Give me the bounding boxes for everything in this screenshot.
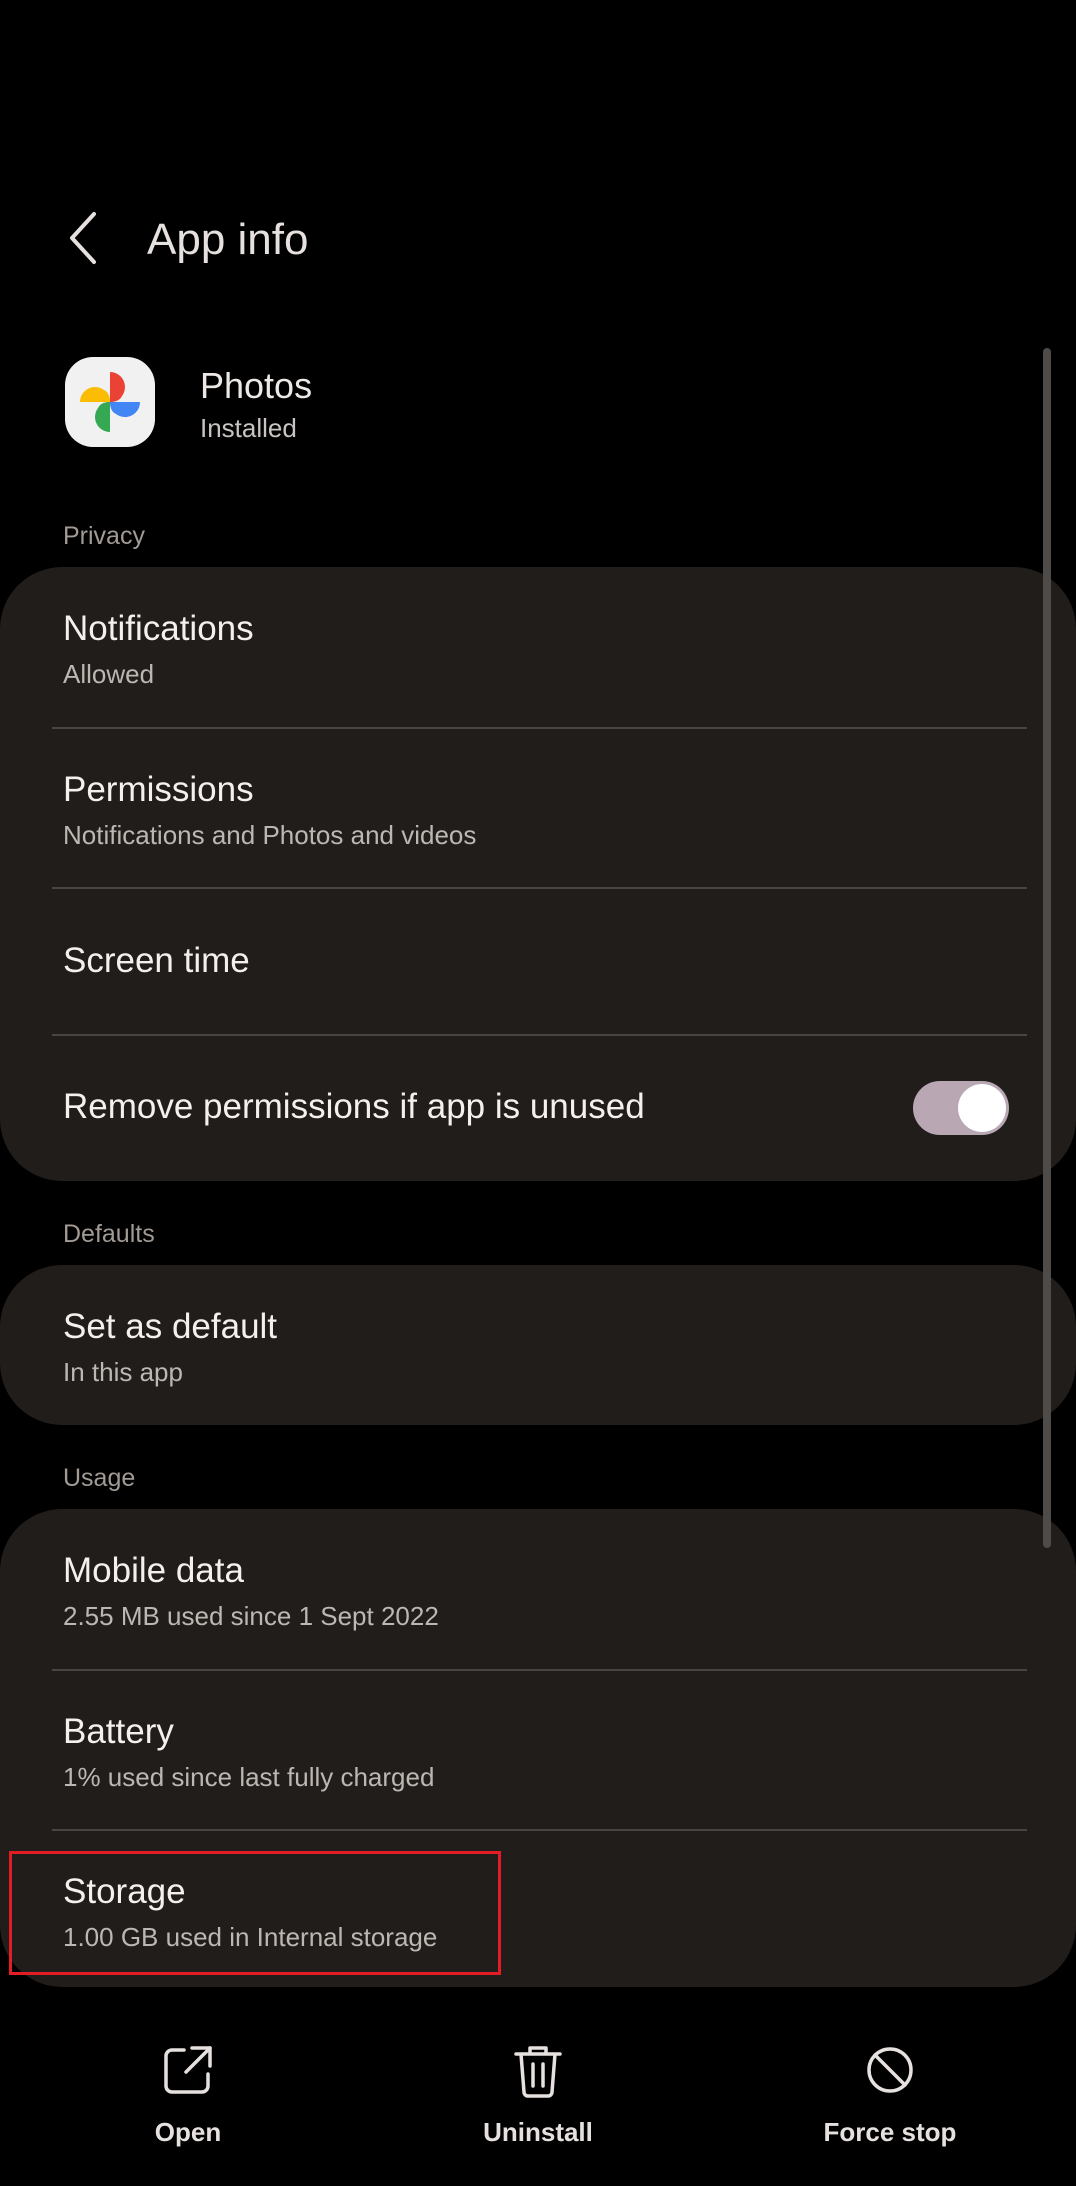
page-title: App info bbox=[147, 215, 309, 264]
trash-icon bbox=[514, 2046, 562, 2098]
storage-item[interactable]: Storage 1.00 GB used in Internal storage bbox=[0, 1830, 1076, 1987]
app-summary: Photos Installed bbox=[0, 355, 1076, 455]
scrollbar[interactable] bbox=[1043, 348, 1051, 1548]
screen-time-title: Screen time bbox=[63, 941, 250, 980]
chevron-left-icon bbox=[70, 212, 96, 264]
force-stop-label: Force stop bbox=[823, 2117, 957, 2147]
remove-permissions-toggle[interactable] bbox=[913, 1081, 1009, 1135]
set-as-default-item[interactable]: Set as default In this app bbox=[0, 1265, 1076, 1425]
battery-title: Battery bbox=[63, 1712, 174, 1751]
open-button[interactable]: Open bbox=[58, 2040, 318, 2170]
section-label-privacy: Privacy bbox=[63, 522, 145, 550]
battery-item[interactable]: Battery 1% used since last fully charged bbox=[0, 1670, 1076, 1830]
screen-time-item[interactable]: Screen time bbox=[0, 888, 1076, 1034]
back-button[interactable] bbox=[52, 206, 116, 270]
open-external-icon bbox=[164, 2046, 212, 2094]
uninstall-label: Uninstall bbox=[483, 2117, 593, 2147]
toggle-knob bbox=[958, 1084, 1006, 1132]
section-label-defaults: Defaults bbox=[63, 1220, 155, 1248]
app-bar: App info bbox=[0, 190, 1076, 290]
defaults-card: Set as default In this app bbox=[0, 1265, 1076, 1425]
set-as-default-title: Set as default bbox=[63, 1307, 278, 1346]
storage-title: Storage bbox=[63, 1872, 186, 1911]
notifications-item[interactable]: Notifications Allowed bbox=[0, 567, 1076, 727]
remove-permissions-title: Remove permissions if app is unused bbox=[63, 1087, 645, 1126]
photos-app-icon bbox=[65, 357, 155, 447]
bottom-action-bar: Open Uninstall Force stop bbox=[0, 2020, 1076, 2186]
mobile-data-title: Mobile data bbox=[63, 1551, 244, 1590]
force-stop-button[interactable]: Force stop bbox=[760, 2040, 1020, 2170]
permissions-title: Permissions bbox=[63, 770, 254, 809]
permissions-subtitle: Notifications and Photos and videos bbox=[63, 820, 477, 850]
app-name: Photos bbox=[200, 365, 313, 406]
permissions-item[interactable]: Permissions Notifications and Photos and… bbox=[0, 728, 1076, 888]
notifications-subtitle: Allowed bbox=[63, 659, 155, 689]
app-status: Installed bbox=[200, 413, 297, 443]
set-as-default-subtitle: In this app bbox=[63, 1357, 183, 1387]
storage-subtitle: 1.00 GB used in Internal storage bbox=[63, 1922, 438, 1952]
mobile-data-item[interactable]: Mobile data 2.55 MB used since 1 Sept 20… bbox=[0, 1509, 1076, 1669]
open-label: Open bbox=[154, 2117, 222, 2147]
remove-permissions-item[interactable]: Remove permissions if app is unused bbox=[0, 1035, 1076, 1181]
usage-card: Mobile data 2.55 MB used since 1 Sept 20… bbox=[0, 1509, 1076, 1987]
battery-subtitle: 1% used since last fully charged bbox=[63, 1762, 435, 1792]
block-icon bbox=[867, 2047, 913, 2093]
notifications-title: Notifications bbox=[63, 609, 254, 648]
uninstall-button[interactable]: Uninstall bbox=[408, 2040, 668, 2170]
privacy-card: Notifications Allowed Permissions Notifi… bbox=[0, 567, 1076, 1181]
section-label-usage: Usage bbox=[63, 1464, 136, 1492]
mobile-data-subtitle: 2.55 MB used since 1 Sept 2022 bbox=[63, 1601, 439, 1631]
